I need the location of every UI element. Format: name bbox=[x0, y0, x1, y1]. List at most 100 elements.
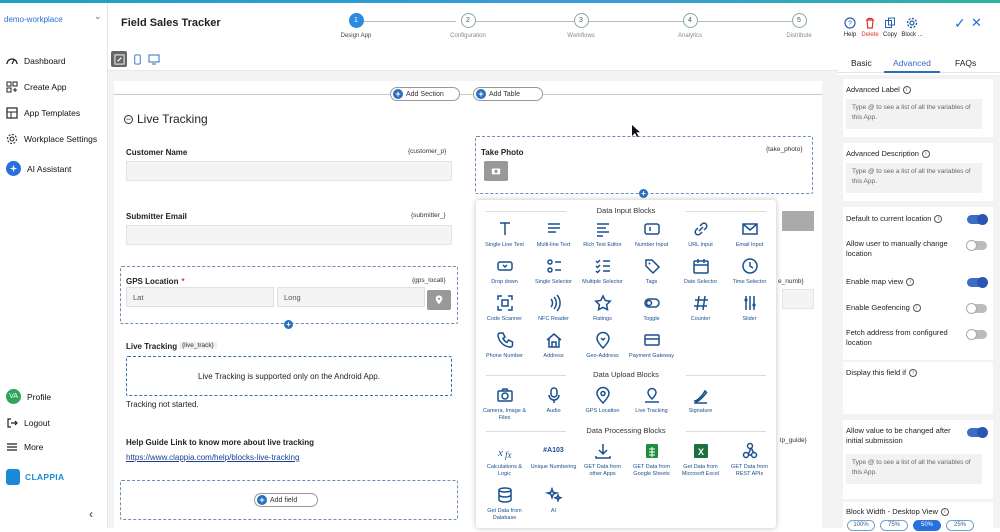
add-section-button[interactable]: + Add Section bbox=[390, 87, 460, 101]
section-title: Live Tracking bbox=[137, 112, 208, 126]
block-address[interactable]: Address bbox=[529, 331, 578, 360]
block-ratings[interactable]: Ratings bbox=[578, 294, 627, 323]
allow-change-condition-input[interactable]: Type @ to see a list of all the variable… bbox=[846, 454, 982, 484]
block-drop-down[interactable]: Drop down bbox=[480, 257, 529, 286]
block-date-selector[interactable]: Date Selector bbox=[676, 257, 725, 286]
block-email-input[interactable]: Email Input bbox=[725, 220, 774, 249]
step-distribute[interactable]: 5 Distribute bbox=[769, 13, 829, 39]
block-camera-image-files[interactable]: Camera, Image & Files bbox=[480, 386, 529, 422]
sidebar-item-logout[interactable]: Logout bbox=[6, 417, 50, 429]
block-time-selector[interactable]: Time Selector bbox=[725, 257, 774, 286]
width-option-100[interactable]: 100% bbox=[847, 520, 875, 531]
toggle-label: Default to current location i bbox=[846, 214, 943, 223]
block-get-data-from-rest-apis[interactable]: GET Data from REST APIs bbox=[725, 442, 774, 478]
workspace-name[interactable]: demo-workplace bbox=[4, 15, 63, 24]
block-icon bbox=[742, 442, 757, 459]
block-nfc-reader[interactable]: NFC Reader bbox=[529, 294, 578, 323]
sidebar-item-profile[interactable]: VA Profile bbox=[6, 389, 51, 404]
block-toggle[interactable]: Toggle bbox=[627, 294, 676, 323]
tab-advanced[interactable]: Advanced bbox=[893, 58, 931, 68]
block-settings-button[interactable]: Block ... bbox=[899, 17, 925, 38]
toggle-default-location[interactable] bbox=[967, 214, 988, 225]
block-get-data-from-other-apps[interactable]: GET Data from other Apps bbox=[578, 442, 627, 478]
help-link[interactable]: https://www.clappia.com/help/blocks-live… bbox=[126, 453, 299, 462]
logout-icon bbox=[7, 418, 18, 428]
sidebar-item-label: Profile bbox=[27, 391, 52, 402]
advanced-description-input[interactable]: Type @ to see a list of all the variable… bbox=[846, 163, 982, 193]
block-icon bbox=[549, 294, 561, 312]
step-analytics[interactable]: 4 Analytics bbox=[660, 13, 720, 39]
sidebar-item-create-app[interactable]: Create App bbox=[6, 81, 67, 93]
sidebar-item-templates[interactable]: App Templates bbox=[6, 107, 80, 119]
take-photo-field[interactable] bbox=[475, 136, 813, 194]
submitter-email-input[interactable] bbox=[126, 225, 452, 245]
block-icon bbox=[743, 296, 756, 310]
toggle-fetch-address[interactable] bbox=[966, 329, 987, 340]
add-table-button[interactable]: + Add Table bbox=[473, 87, 543, 101]
latitude-input[interactable]: Lat bbox=[126, 287, 274, 307]
block-calculations-logic[interactable]: x fx Calculations & Logic bbox=[480, 442, 529, 478]
customer-name-input[interactable] bbox=[126, 161, 452, 181]
step-design-app[interactable]: 1 Design App bbox=[326, 13, 386, 39]
step-workflows[interactable]: 3 Workflows bbox=[551, 13, 611, 39]
block-live-tracking[interactable]: Live Tracking bbox=[627, 386, 676, 415]
block-multi-line-text[interactable]: Multi-line Text bbox=[529, 220, 578, 249]
camera-button[interactable] bbox=[484, 161, 508, 181]
sidebar-item-dashboard[interactable]: Dashboard bbox=[6, 55, 66, 67]
block-single-selector[interactable]: Single Selector bbox=[529, 257, 578, 286]
block-ai[interactable]: AI bbox=[529, 486, 578, 515]
toggle-manual-location[interactable] bbox=[966, 240, 987, 251]
toggle-geofencing[interactable] bbox=[966, 303, 987, 314]
block-label: Code Scanner bbox=[486, 316, 523, 322]
block-url-input[interactable]: URL Input bbox=[676, 220, 725, 249]
sidebar-item-more[interactable]: More bbox=[6, 441, 43, 453]
tab-faqs[interactable]: FAQs bbox=[955, 58, 976, 68]
add-field-below-icon[interactable]: + bbox=[284, 320, 293, 329]
help-button[interactable]: ? Help bbox=[840, 17, 860, 38]
location-pin-button[interactable] bbox=[427, 290, 451, 310]
toggle-map-view[interactable] bbox=[967, 277, 988, 288]
mobile-view-button[interactable] bbox=[129, 51, 145, 67]
add-field-below-icon[interactable]: + bbox=[639, 189, 648, 198]
longitude-input[interactable]: Long bbox=[277, 287, 425, 307]
add-field-button[interactable]: + Add field bbox=[254, 493, 318, 507]
block-geo-address[interactable]: Geo-Address bbox=[578, 331, 627, 360]
block-signature[interactable]: Signature bbox=[676, 386, 725, 415]
block-rich-text-editor[interactable]: Rich Text Editor bbox=[578, 220, 627, 249]
block-phone-number[interactable]: Phone Number bbox=[480, 331, 529, 360]
tab-basic[interactable]: Basic bbox=[851, 58, 872, 68]
block-get-data-from-google-sheets[interactable]: GET Data from Google Sheets bbox=[627, 442, 676, 478]
block-tags[interactable]: Tags bbox=[627, 257, 676, 286]
block-slider[interactable]: Slider bbox=[725, 294, 774, 323]
section-header[interactable]: − Live Tracking bbox=[124, 112, 208, 126]
chevron-down-icon[interactable]: ⌄ bbox=[94, 11, 102, 22]
close-icon[interactable]: ✕ bbox=[971, 15, 982, 31]
block-audio[interactable]: Audio bbox=[529, 386, 578, 415]
block-get-data-from-microsoft-excel[interactable]: X Get Data from Microsoft Excel bbox=[676, 442, 725, 478]
block-code-scanner[interactable]: Code Scanner bbox=[480, 294, 529, 323]
collapse-icon[interactable]: − bbox=[124, 114, 133, 124]
chevron-left-icon[interactable]: ‹ bbox=[89, 507, 93, 521]
toggle-allow-change[interactable] bbox=[967, 427, 988, 438]
block-payment-gateway[interactable]: Payment Gateway bbox=[627, 331, 676, 360]
block-number-input[interactable]: Number Input bbox=[627, 220, 676, 249]
delete-button[interactable]: Delete bbox=[858, 17, 882, 38]
width-option-25[interactable]: 25% bbox=[946, 520, 974, 531]
width-option-75[interactable]: 75% bbox=[880, 520, 908, 531]
advanced-label-input[interactable]: Type @ to see a list of all the variable… bbox=[846, 99, 982, 129]
block-label: Time Selector bbox=[732, 279, 767, 285]
block-unique-numbering[interactable]: #A103 Unique Numbering bbox=[529, 442, 578, 471]
sidebar-item-settings[interactable]: Workplace Settings bbox=[6, 133, 97, 145]
step-configuration[interactable]: 2 Configuration bbox=[438, 13, 498, 39]
block-get-data-from-database[interactable]: Get Data from Database bbox=[480, 486, 529, 522]
width-option-50[interactable]: 50% bbox=[913, 520, 941, 531]
desktop-view-button[interactable] bbox=[146, 51, 162, 67]
sidebar-item-ai-assistant[interactable]: AI Assistant bbox=[6, 161, 71, 176]
block-counter[interactable]: Counter bbox=[676, 294, 725, 323]
check-icon[interactable]: ✓ bbox=[954, 15, 966, 32]
block-multiple-selector[interactable]: Multiple Selector bbox=[578, 257, 627, 286]
edit-view-button[interactable] bbox=[111, 51, 127, 67]
copy-button[interactable]: Copy bbox=[881, 17, 899, 38]
block-single-line-text[interactable]: Single Line Text bbox=[480, 220, 529, 249]
block-gps-location[interactable]: GPS Location bbox=[578, 386, 627, 415]
